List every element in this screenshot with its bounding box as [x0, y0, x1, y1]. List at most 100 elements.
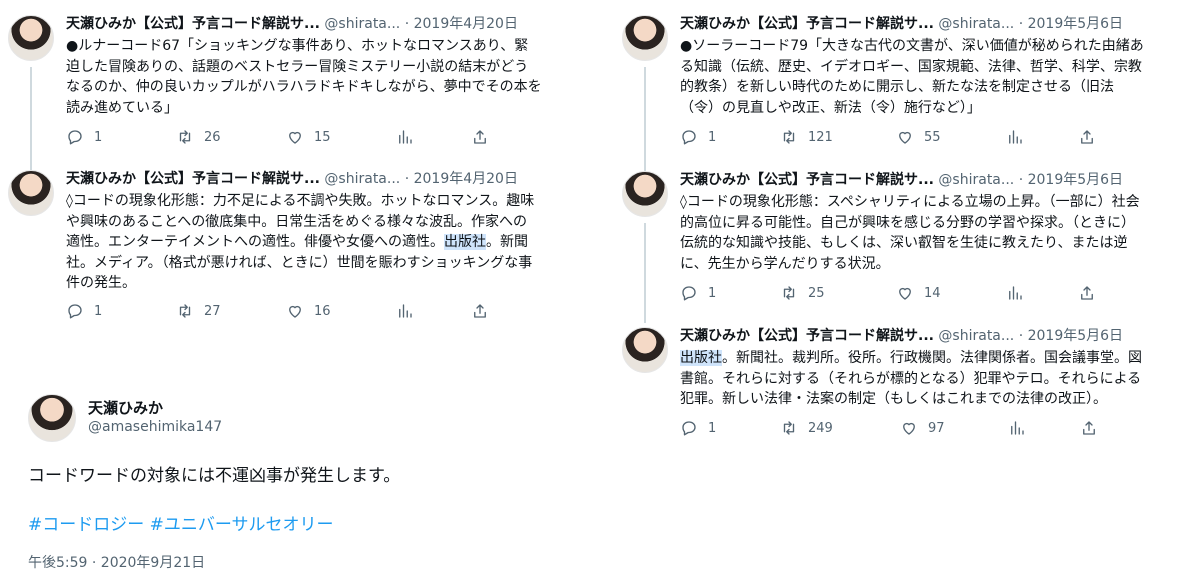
avatar[interactable]: [8, 15, 54, 61]
avatar[interactable]: [622, 15, 668, 61]
analytics-icon: [1009, 130, 1022, 144]
tweet-header: 天瀬ひみか【公式】予言コード解説サ... @shirata... · 2019年…: [680, 171, 1123, 189]
like-button[interactable]: 55: [896, 128, 1006, 146]
like-count: 55: [924, 129, 941, 145]
avatar[interactable]: [622, 327, 668, 373]
tweet-actions: 1 27 16: [66, 302, 489, 320]
like-count: 16: [314, 303, 331, 319]
retweet-button[interactable]: 27: [176, 302, 286, 320]
tweet-text: コードワードの対象には不運凶事が発生します。: [28, 466, 401, 486]
author-handle[interactable]: @amasehimika147: [88, 419, 222, 435]
share-button[interactable]: [471, 128, 489, 146]
share-icon: [1081, 286, 1093, 300]
like-button[interactable]: 14: [896, 284, 1006, 302]
like-button[interactable]: 16: [286, 302, 396, 320]
reply-button[interactable]: 1: [66, 302, 176, 320]
author-handle[interactable]: @shirata...: [938, 328, 1014, 344]
tweet-date[interactable]: 2019年4月20日: [414, 16, 518, 32]
author-name[interactable]: 天瀬ひみか【公式】予言コード解説サ...: [66, 171, 320, 187]
analytics-icon: [1011, 421, 1024, 435]
tweet-text: ●ルナーコード67「ショッキングな事件あり、ホットなロマンスあり、緊 迫した冒険…: [66, 36, 542, 118]
retweet-icon: [783, 286, 795, 300]
retweet-icon: [179, 130, 191, 144]
reply-button[interactable]: 1: [680, 128, 780, 146]
retweet-count: 26: [204, 129, 221, 145]
tweet-text: ●ソーラーコード79「大きな古代の文書が、深い価値が秘められた由緒あ る知識（伝…: [680, 36, 1144, 118]
tweet-actions: 1 249 97: [680, 419, 1098, 437]
author-handle[interactable]: @shirata...: [938, 16, 1014, 32]
text-line: や興味のあることへの徹底集中。日常生活をめぐる様々な波乱。作家への: [66, 213, 528, 230]
tweet-header: 天瀬ひみか【公式】予言コード解説サ... @shirata... · 2019年…: [66, 15, 518, 33]
text-line: 伝統的な知識や技能、もしくは、深い叡智を生徒に教えたり、または逆: [680, 235, 1128, 251]
text-line: 社。メディア。（格式が悪ければ、ときに）世間を賑わすショッキングな事: [66, 254, 533, 271]
analytics-button[interactable]: [1008, 419, 1080, 437]
tweet-card[interactable]: 天瀬ひみか【公式】予言コード解説サ... @shirata... · 2019年…: [622, 15, 1192, 177]
tweet-date[interactable]: 2019年4月20日: [414, 171, 518, 187]
like-count: 15: [314, 129, 331, 145]
reply-icon: [682, 421, 696, 436]
reply-button[interactable]: 1: [680, 419, 780, 437]
analytics-button[interactable]: [396, 128, 471, 146]
reply-icon: [682, 130, 696, 145]
analytics-button[interactable]: [396, 302, 471, 320]
tweet-card[interactable]: 天瀬ひみか【公式】予言コード解説サ... @shirata... · 2019年…: [8, 170, 568, 330]
thread-line: [30, 67, 32, 177]
reply-button[interactable]: 1: [66, 128, 176, 146]
tweet-actions: 1 121 55: [680, 128, 1096, 146]
tweet-card[interactable]: 天瀬ひみか【公式】予言コード解説サ... @shirata... · 2019年…: [622, 327, 1192, 447]
share-button[interactable]: [1078, 128, 1096, 146]
tweet-actions: 1 26 15: [66, 128, 489, 146]
analytics-button[interactable]: [1006, 128, 1078, 146]
tweet-date[interactable]: 2019年5月6日: [1028, 172, 1123, 188]
avatar[interactable]: [28, 394, 76, 442]
author-handle[interactable]: @shirata...: [324, 16, 400, 32]
avatar[interactable]: [622, 171, 668, 217]
author-name[interactable]: 天瀬ひみか【公式】予言コード解説サ...: [680, 16, 934, 32]
author-name[interactable]: 天瀬ひみか【公式】予言コード解説サ...: [680, 172, 934, 188]
author-name[interactable]: 天瀬ひみか【公式】予言コード解説サ...: [680, 328, 934, 344]
like-icon: [903, 422, 915, 435]
author-name[interactable]: 天瀬ひみか: [88, 397, 163, 418]
text-line: ●ルナーコード67「ショッキングな事件あり、ホットなロマンスあり、緊: [66, 38, 529, 54]
reply-button[interactable]: 1: [680, 284, 780, 302]
tweet-header: 天瀬ひみか【公式】予言コード解説サ... @shirata... · 2019年…: [680, 327, 1123, 345]
tweet-timestamp[interactable]: 午後5:59 · 2020年9月21日: [28, 552, 205, 572]
hashtags[interactable]: #コードロジー #ユニバーサルセオリー: [28, 510, 334, 535]
analytics-button[interactable]: [1006, 284, 1078, 302]
reply-count: 1: [708, 285, 717, 301]
share-icon: [474, 130, 486, 144]
like-button[interactable]: 97: [900, 419, 1008, 437]
tweet-card[interactable]: 天瀬ひみか【公式】予言コード解説サ... @shirata... · 2019年…: [8, 15, 568, 177]
retweet-button[interactable]: 26: [176, 128, 286, 146]
reply-count: 1: [94, 303, 103, 319]
text-line: 犯罪。新しい法律・法案の制定（もしくはこれまでの法律の改正）。: [680, 391, 1107, 407]
tweet-header: 天瀬ひみか【公式】予言コード解説サ... @shirata... · 2019年…: [680, 15, 1123, 33]
thread-line: [644, 223, 646, 323]
author-handle[interactable]: @shirata...: [938, 172, 1014, 188]
tweet-text: ◊コードの現象化形態：力不足による不調や失敗。ホットなロマンス。趣味 や興味のあ…: [66, 191, 534, 294]
like-button[interactable]: 15: [286, 128, 396, 146]
tweet-date[interactable]: 2019年5月6日: [1028, 328, 1123, 344]
author-handle[interactable]: @shirata...: [324, 171, 400, 187]
text-line: 読み進めている」: [66, 99, 178, 116]
share-button[interactable]: [1080, 419, 1098, 437]
retweet-icon: [179, 304, 191, 318]
text-line: ●ソーラーコード79「大きな古代の文書が、深い価値が秘められた由緒あ: [680, 38, 1144, 54]
author-name[interactable]: 天瀬ひみか【公式】予言コード解説サ...: [66, 16, 320, 32]
highlighted-text: 出版社: [444, 234, 486, 250]
retweet-button[interactable]: 249: [780, 419, 900, 437]
retweet-count: 249: [808, 420, 833, 436]
retweet-button[interactable]: 25: [780, 284, 896, 302]
text-line: 的教条）を新しい時代のために開示し、新たな法を制定させる（旧法: [680, 79, 1114, 95]
like-count: 97: [928, 420, 945, 436]
highlighted-text: 出版社: [680, 350, 722, 366]
analytics-icon: [399, 304, 412, 318]
share-button[interactable]: [471, 302, 489, 320]
like-icon: [289, 305, 301, 318]
share-button[interactable]: [1078, 284, 1096, 302]
tweet-date[interactable]: 2019年5月6日: [1028, 16, 1123, 32]
avatar[interactable]: [8, 170, 54, 216]
tweet-card[interactable]: 天瀬ひみか【公式】予言コード解説サ... @shirata... · 2019年…: [622, 171, 1192, 323]
retweet-button[interactable]: 121: [780, 128, 896, 146]
text-line: なるのか、仲の良いカップルがハラハラドキドキしながら、夢中でその本を: [66, 79, 542, 95]
